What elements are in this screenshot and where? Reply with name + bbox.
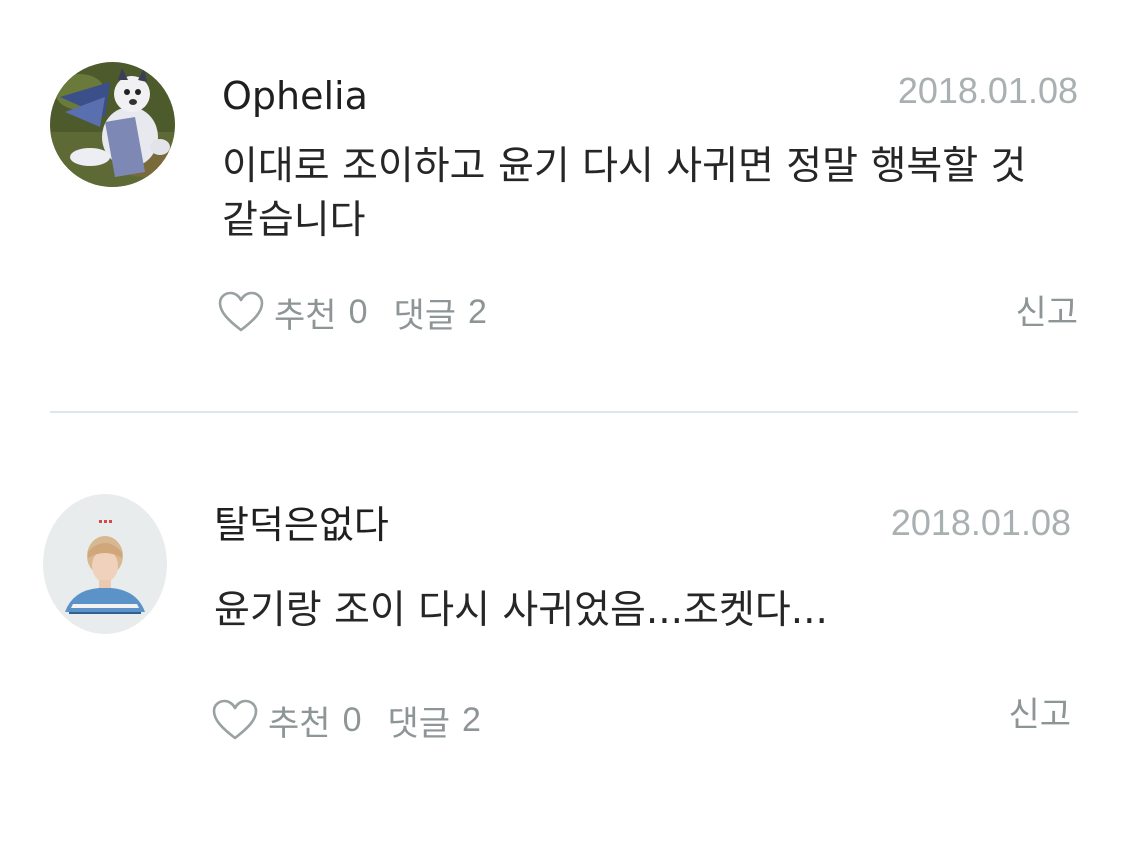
wolf-plush-avatar-icon (50, 62, 175, 187)
like-label[interactable]: 추천 (268, 696, 331, 745)
comment-date: 2018.01.08 (890, 502, 1071, 543)
like-count: 0 (342, 700, 362, 739)
report-button[interactable]: 신고 (1015, 296, 1078, 330)
comment-actions: 추천 0 댓글 2 (212, 696, 481, 745)
username[interactable]: Ophelia (222, 77, 368, 115)
reply-label[interactable]: 댓글 (393, 288, 456, 337)
heart-icon[interactable] (218, 291, 264, 333)
comment-text: 윤기랑 조이 다시 사귀었음...조켓다... (214, 588, 828, 633)
comment-text: 이대로 조이하고 윤기 다시 사귀면 정말 행복할 것 같습니다 (222, 144, 1027, 243)
heart-icon[interactable] (212, 699, 258, 741)
comment-divider (50, 411, 1078, 413)
like-label[interactable]: 추천 (274, 288, 337, 337)
comment-date: 2018.01.08 (897, 70, 1078, 111)
comment-item: Ophelia 2018.01.08 이대로 조이하고 윤기 다시 사귀면 정말… (0, 0, 1128, 410)
person-avatar-icon (43, 494, 167, 634)
username[interactable]: 탈덕은없다 (214, 506, 389, 544)
comment-item: 탈덕은없다 2018.01.08 윤기랑 조이 다시 사귀었음...조켓다...… (0, 414, 1128, 846)
like-count: 0 (348, 292, 368, 331)
reply-label[interactable]: 댓글 (387, 696, 450, 745)
user-avatar[interactable] (50, 62, 175, 187)
reply-count: 2 (468, 292, 487, 331)
report-button[interactable]: 신고 (1008, 698, 1071, 732)
reply-count: 2 (462, 700, 481, 739)
user-avatar[interactable] (43, 494, 167, 634)
comment-actions: 추천 0 댓글 2 (218, 288, 487, 337)
